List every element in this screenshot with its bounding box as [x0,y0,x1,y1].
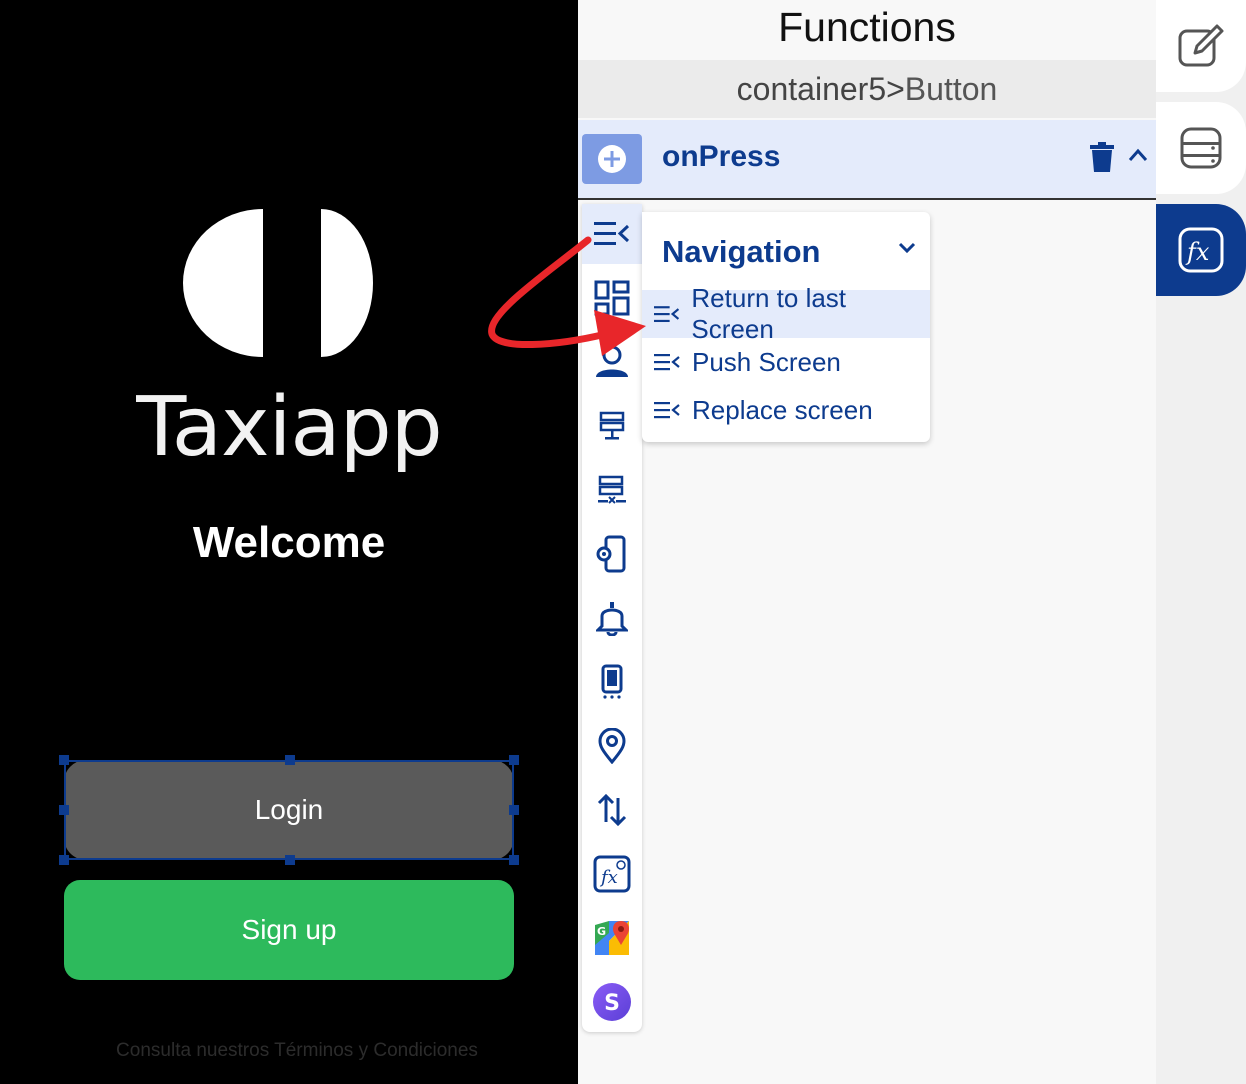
custom-function-icon: fx [593,855,631,893]
category-stripe[interactable]: S [582,972,642,1032]
plus-circle-icon [598,145,626,173]
resize-handle[interactable] [59,855,69,865]
brand-name: Taxiapp [136,380,442,475]
navigation-dropdown: Navigation Return to last Screen Push Sc… [642,212,930,442]
function-icon: fx [1178,227,1224,273]
stripe-icon: S [593,983,631,1021]
action-label: Return to last Screen [691,283,847,344]
svg-text:G: G [597,925,606,938]
login-button[interactable]: Login [64,760,514,860]
dropdown-title: Navigation [662,234,821,269]
breadcrumb-separator: > [886,70,905,107]
svg-text:fx: fx [599,867,618,888]
category-location[interactable] [582,716,642,776]
mobile-icon [601,664,623,699]
action-push-screen[interactable]: Push Screen [642,338,930,386]
category-mobile[interactable] [582,652,642,712]
functions-panel: Functions container5 > Button onPress fx… [578,0,1156,1084]
database-icon [599,411,625,440]
database-remove-icon [598,475,626,504]
navigation-icon [654,306,680,323]
action-label: Push Screen [692,346,841,377]
bell-icon [596,602,628,636]
database-icon [1180,127,1222,169]
google-maps-icon: G [595,921,629,955]
resize-handle[interactable] [285,755,295,765]
svg-text:fx: fx [1185,238,1210,266]
navigation-icon [654,402,680,419]
breadcrumb: container5 > Button [578,60,1156,118]
trash-icon[interactable] [1090,142,1114,172]
category-data-transfer[interactable] [582,780,642,840]
tab-database[interactable] [1156,102,1246,194]
annotation-arrow-icon [488,236,646,356]
svg-text:S: S [604,991,620,1016]
edit-icon [1178,24,1224,67]
category-notifications[interactable] [582,588,642,648]
action-return-to-last-screen[interactable]: Return to last Screen [642,283,930,344]
tab-functions[interactable]: fx [1156,204,1246,296]
category-custom-functions[interactable]: fx [582,844,642,904]
tab-edit[interactable] [1156,0,1246,92]
welcome-heading: Welcome [192,518,386,567]
resize-handle[interactable] [285,855,295,865]
resize-handle[interactable] [509,805,519,815]
action-replace-screen[interactable]: Replace screen [642,386,930,434]
location-pin-icon [598,728,626,764]
resize-handle[interactable] [509,855,519,865]
device-settings-icon [596,535,626,573]
add-action-button[interactable] [582,134,642,184]
right-toolbar: fx [1156,0,1246,1084]
resize-handle[interactable] [59,805,69,815]
category-device[interactable] [582,524,642,584]
chevron-up-icon[interactable] [1128,148,1148,162]
action-label: Replace screen [692,394,873,425]
chevron-down-icon[interactable] [898,242,916,254]
breadcrumb-parent[interactable]: container5 [737,71,886,108]
resize-handle[interactable] [509,755,519,765]
app-preview: Taxiapp Welcome Login Sign up Consulta n… [0,0,578,1084]
signup-button[interactable]: Sign up [64,880,514,980]
resize-handle[interactable] [59,755,69,765]
event-name: onPress [662,140,781,173]
category-database[interactable] [582,396,642,456]
category-google-maps[interactable]: G [582,908,642,968]
terms-link[interactable]: Consulta nuestros Términos y Condiciones [0,1040,578,1062]
panel-title: Functions [778,4,956,50]
breadcrumb-current: Button [904,70,998,107]
navigation-icon [654,354,680,371]
category-database-remove[interactable] [582,460,642,520]
transfer-arrows-icon [597,793,627,827]
event-row-onpress[interactable]: onPress [578,120,1156,200]
